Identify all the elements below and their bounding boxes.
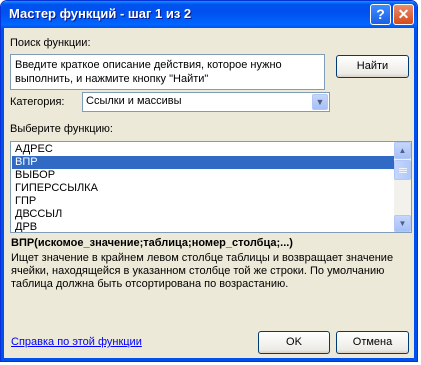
list-scrollbar[interactable]: ▲ ▼ <box>394 142 411 232</box>
category-label: Категория: <box>10 96 65 108</box>
window-border-bottom <box>1 358 417 361</box>
category-select[interactable]: Ссылки и массивы ▼ <box>82 92 330 112</box>
window-title: Мастер функций - шаг 1 из 2 <box>9 6 192 21</box>
ok-button[interactable]: OK <box>258 331 330 354</box>
title-bar[interactable]: Мастер функций - шаг 1 из 2 ? ✕ <box>1 1 417 28</box>
help-button[interactable]: ? <box>370 4 391 25</box>
list-item[interactable]: АДРЕС <box>12 143 397 156</box>
scrollbar-thumb[interactable] <box>394 160 411 180</box>
function-list-label: Выберите функцию: <box>10 123 113 135</box>
search-input[interactable]: Введите краткое описание действия, котор… <box>10 54 325 90</box>
help-link[interactable]: Справка по этой функции <box>11 336 142 348</box>
list-item[interactable]: ГИПЕРССЫЛКА <box>12 182 397 195</box>
function-syntax: ВПР(искомое_значение;таблица;номер_столб… <box>11 237 293 249</box>
list-item[interactable]: ДВССЫЛ <box>12 208 397 221</box>
function-wizard-dialog: Мастер функций - шаг 1 из 2 ? ✕ Поиск фу… <box>0 0 418 362</box>
find-button[interactable]: Найти <box>336 55 409 78</box>
function-description: Ищет значение в крайнем левом столбце та… <box>11 252 394 290</box>
cancel-button[interactable]: Отмена <box>336 331 409 354</box>
list-item[interactable]: ДРВ <box>12 221 397 232</box>
scroll-down-icon[interactable]: ▼ <box>394 215 411 232</box>
search-label: Поиск функции: <box>10 37 91 49</box>
window-border-right <box>414 28 417 361</box>
function-list[interactable]: АДРЕС ВПР ВЫБОР ГИПЕРССЫЛКА ГПР ДВССЫЛ Д… <box>10 141 412 233</box>
list-item-selected[interactable]: ВПР <box>12 156 397 169</box>
category-selected-value: Ссылки и массивы <box>86 95 182 107</box>
dialog-body: Поиск функции: Введите краткое описание … <box>4 28 414 358</box>
list-item[interactable]: ВЫБОР <box>12 169 397 182</box>
chevron-down-icon[interactable]: ▼ <box>312 94 328 110</box>
list-item[interactable]: ГПР <box>12 195 397 208</box>
close-button[interactable]: ✕ <box>393 4 414 25</box>
scroll-up-icon[interactable]: ▲ <box>394 142 411 159</box>
